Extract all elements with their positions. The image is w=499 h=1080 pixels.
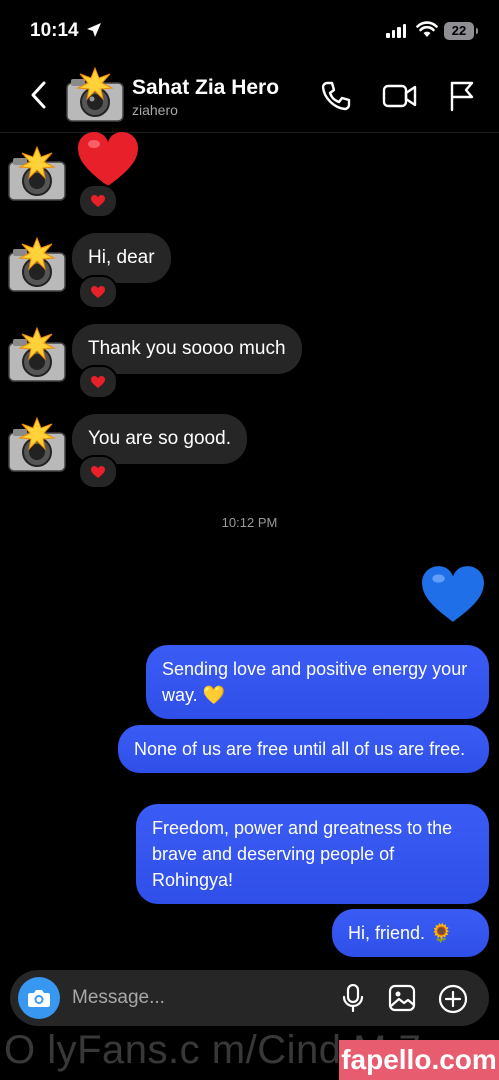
heart-reaction[interactable] — [78, 455, 118, 489]
microphone-icon[interactable] — [342, 984, 364, 1012]
outgoing-message-bubble[interactable]: None of us are free until all of us are … — [118, 725, 489, 773]
video-call-icon[interactable] — [382, 80, 418, 112]
heart-reaction[interactable] — [78, 275, 118, 309]
sender-avatar-camera-icon[interactable] — [6, 145, 68, 203]
heart-icon — [91, 286, 105, 298]
message-input[interactable]: Message... — [72, 987, 165, 1009]
message-composer: Message... — [10, 970, 489, 1026]
status-time: 10:14 — [30, 20, 79, 41]
camera-icon — [28, 990, 50, 1007]
add-plus-icon[interactable] — [438, 984, 468, 1014]
heart-icon — [91, 466, 105, 478]
outgoing-message-bubble[interactable]: Hi, friend. 🌻 — [332, 909, 489, 957]
location-arrow-icon — [87, 23, 101, 37]
heart-icon — [91, 376, 105, 388]
back-chevron-icon[interactable] — [28, 80, 50, 110]
sender-avatar-camera-icon[interactable] — [6, 416, 68, 474]
cellular-signal-icon — [386, 24, 406, 38]
status-bar: 10:14 22 — [0, 0, 499, 62]
heart-icon — [91, 195, 105, 207]
sender-avatar-camera-icon[interactable] — [6, 236, 68, 294]
contact-name[interactable]: Sahat Zia Hero — [132, 76, 279, 100]
heart-reaction[interactable] — [78, 184, 118, 218]
phone-call-icon[interactable] — [320, 80, 352, 112]
red-heart-emoji-icon[interactable] — [76, 130, 140, 188]
message-timestamp: 10:12 PM — [221, 515, 278, 530]
heart-reaction[interactable] — [78, 365, 118, 399]
blue-heart-emoji-icon[interactable] — [420, 564, 486, 624]
battery-indicator: 22 — [444, 22, 478, 40]
chat-header: Sahat Zia Hero ziahero — [0, 62, 499, 133]
site-watermark: fapello.com — [339, 1040, 499, 1080]
camera-button[interactable] — [18, 977, 60, 1019]
contact-handle: ziahero — [132, 102, 178, 118]
report-flag-icon[interactable] — [448, 80, 476, 112]
sender-avatar-camera-icon[interactable] — [6, 326, 68, 384]
outgoing-message-bubble[interactable]: Freedom, power and greatness to the brav… — [136, 804, 489, 904]
wifi-icon — [416, 21, 438, 37]
avatar-camera-icon[interactable] — [64, 66, 126, 124]
gallery-icon[interactable] — [388, 984, 416, 1012]
outgoing-message-bubble[interactable]: Sending love and positive energy your wa… — [146, 645, 489, 719]
